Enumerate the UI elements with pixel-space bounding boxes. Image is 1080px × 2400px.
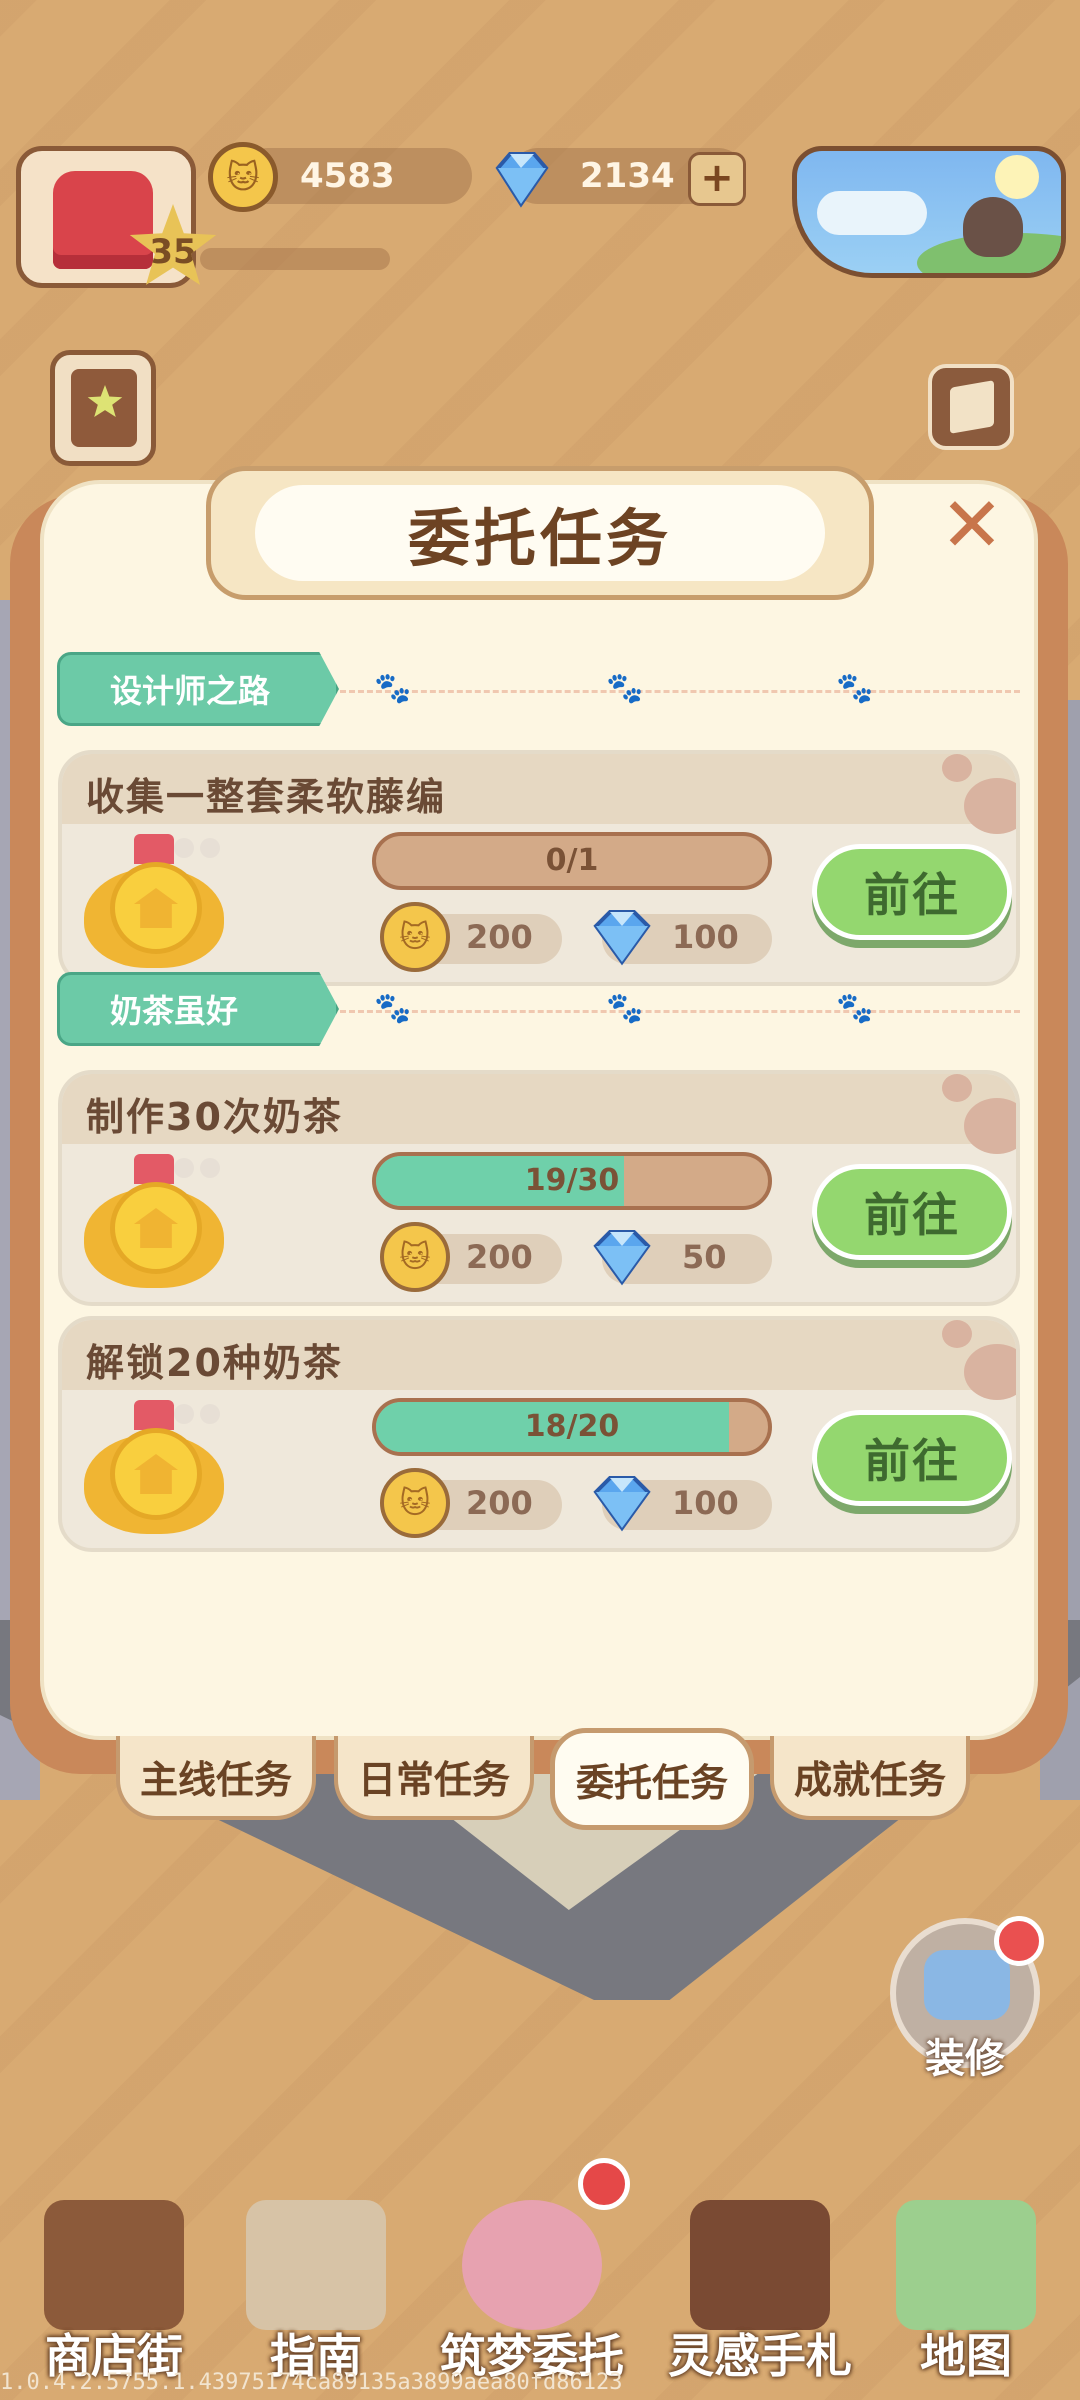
medal-icon: [76, 1400, 226, 1540]
coin-reward-value: 200: [466, 1238, 533, 1276]
paw-icon: 🐾: [836, 991, 874, 1026]
medal-icon: [76, 1154, 226, 1294]
section-divider: [340, 690, 1020, 693]
panel-title: 委托任务: [255, 485, 825, 581]
box-icon: [950, 380, 994, 434]
task-name: 收集一整套柔软藤编: [86, 775, 447, 819]
gem-reward-value: 100: [672, 918, 739, 956]
go-button[interactable]: 前往: [812, 1164, 1012, 1260]
heart-decoration: [942, 1074, 972, 1102]
box-button[interactable]: [928, 364, 1014, 450]
coin-icon: 🐱: [208, 142, 278, 212]
add-gems-button[interactable]: +: [688, 152, 746, 206]
medal-dots: [174, 1158, 194, 1178]
medal-ribbon: [134, 1400, 174, 1430]
star-book-button[interactable]: [50, 350, 156, 466]
cloud-icon: [817, 191, 927, 235]
shop-icon: [44, 2200, 184, 2330]
level-value: 35: [149, 232, 197, 272]
nav-label: 灵感手札: [668, 2329, 852, 2383]
section-tag-milk-tea: 奶茶虽好: [57, 972, 339, 1046]
go-button[interactable]: 前往: [812, 844, 1012, 940]
gem-value: 2134: [580, 156, 675, 196]
weather-window[interactable]: [792, 146, 1066, 278]
nav-guide[interactable]: 指南: [216, 2180, 416, 2383]
heart-decoration: [942, 754, 972, 782]
nav-dream-commission[interactable]: 筑梦委托: [432, 2180, 632, 2383]
version-string: 1.0.4.2.5755.1.43975174ca89135a3899aea80…: [0, 2370, 623, 2395]
decorate-icon: [924, 1950, 1010, 2020]
experience-bar: [200, 248, 390, 270]
notification-dot: [578, 2158, 630, 2210]
section-tag-designer-road: 设计师之路: [57, 652, 339, 726]
section-divider: [340, 1010, 1020, 1013]
coin-icon: 🐱: [380, 902, 450, 972]
tab-main-quests[interactable]: 主线任务: [116, 1736, 316, 1820]
nav-inspiration-notes[interactable]: 灵感手札: [660, 2180, 860, 2383]
nav-shop-street[interactable]: 商店街: [14, 2180, 214, 2383]
task-progress-bar: 18/20: [372, 1398, 772, 1456]
medal-dots: [174, 838, 194, 858]
medal-ribbon: [134, 1154, 174, 1184]
progress-text: 18/20: [524, 1409, 620, 1444]
task-card: 制作30次奶茶 19/30 🐱 200 50 前往: [58, 1070, 1020, 1306]
paw-icon: 🐾: [606, 991, 644, 1026]
guide-icon: [246, 2200, 386, 2330]
progress-text: 0/1: [545, 843, 599, 878]
progress-text: 19/30: [524, 1163, 620, 1198]
medal-dots: [174, 1404, 194, 1424]
tab-achievement-quests[interactable]: 成就任务: [770, 1736, 970, 1820]
go-button[interactable]: 前往: [812, 1410, 1012, 1506]
inspiration-book-icon: [690, 2200, 830, 2330]
task-name: 解锁20种奶茶: [86, 1341, 343, 1385]
medal-icon: [76, 834, 226, 974]
coin-icon: 🐱: [380, 1468, 450, 1538]
armchair-icon: [53, 171, 153, 269]
paw-icon: 🐾: [836, 671, 874, 706]
nav-label: 地图: [920, 2329, 1012, 2383]
coin-icon: 🐱: [380, 1222, 450, 1292]
paw-icon: 🐾: [374, 671, 412, 706]
task-progress-bar: 0/1: [372, 832, 772, 890]
paw-icon: 🐾: [606, 671, 644, 706]
heart-decoration: [964, 1098, 1016, 1154]
decorate-label: 装修: [925, 2036, 1005, 2082]
nav-map[interactable]: 地图: [866, 2180, 1066, 2383]
diamond-icon: [593, 1476, 651, 1532]
heart-decoration: [964, 778, 1016, 834]
notebook-icon: [462, 2200, 602, 2330]
heart-decoration: [942, 1320, 972, 1348]
sun-icon: [995, 155, 1039, 199]
medal-ribbon: [134, 834, 174, 864]
gem-reward-value: 50: [682, 1238, 727, 1276]
notification-dot: [994, 1916, 1044, 1966]
diamond-icon: [593, 910, 651, 966]
task-name: 制作30次奶茶: [86, 1095, 343, 1139]
panel-title-plate: 委托任务: [206, 466, 874, 600]
diamond-icon: [593, 1230, 651, 1286]
heart-decoration: [964, 1344, 1016, 1400]
diamond-icon: [495, 152, 549, 208]
paw-icon: 🐾: [374, 991, 412, 1026]
tab-daily-quests[interactable]: 日常任务: [334, 1736, 534, 1820]
map-icon: [896, 2200, 1036, 2330]
gem-reward-value: 100: [672, 1484, 739, 1522]
task-progress-bar: 19/30: [372, 1152, 772, 1210]
coin-reward-value: 200: [466, 918, 533, 956]
bear-icon: [963, 197, 1023, 257]
task-card: 收集一整套柔软藤编 0/1 🐱 200 100 前往: [58, 750, 1020, 986]
close-button[interactable]: ✕: [940, 487, 1004, 563]
task-card: 解锁20种奶茶 18/20 🐱 200 100 前往: [58, 1316, 1020, 1552]
tab-commission-quests[interactable]: 委托任务: [550, 1728, 754, 1830]
coin-reward-value: 200: [466, 1484, 533, 1522]
coin-value: 4583: [300, 156, 395, 196]
